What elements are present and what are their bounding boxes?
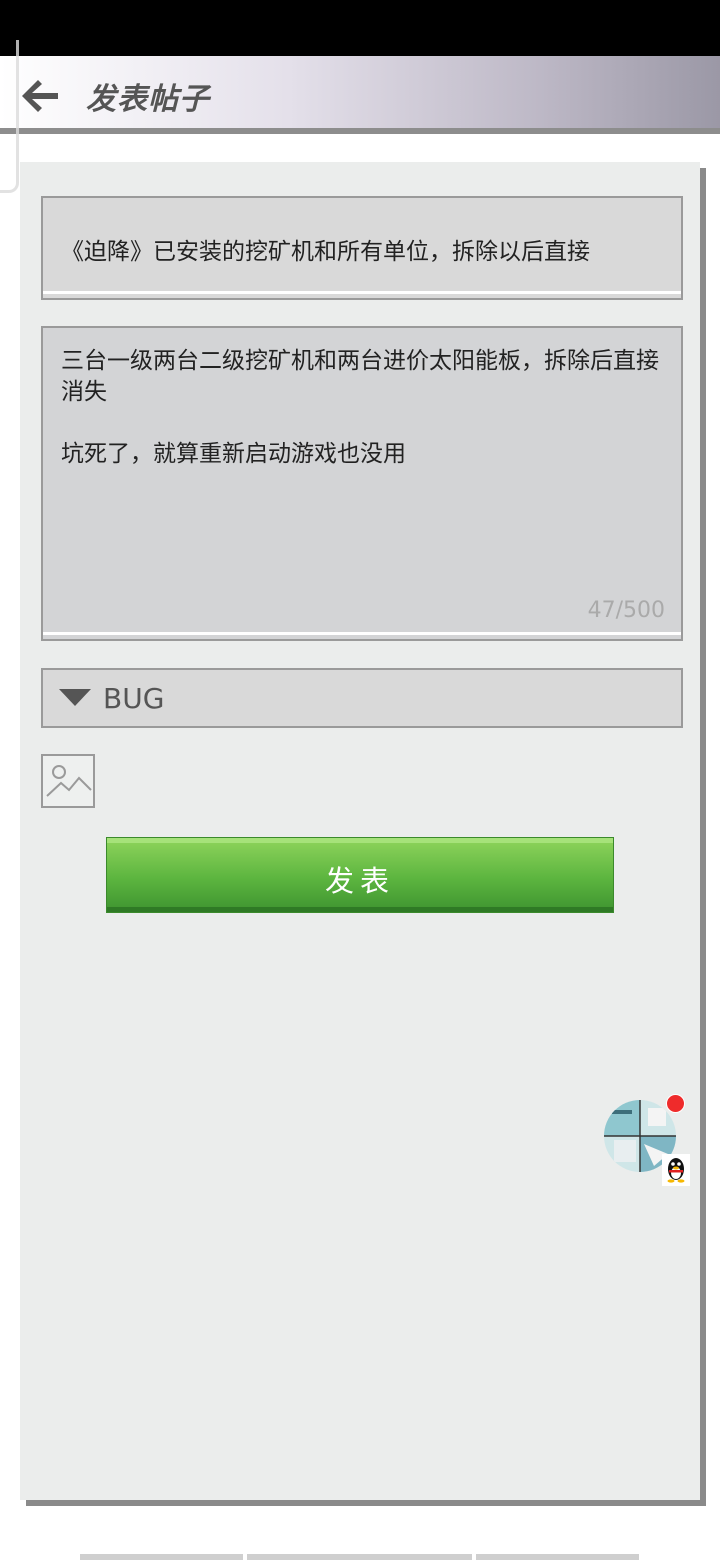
input-underline [43,632,681,635]
publish-button[interactable]: 发表 [106,837,614,913]
title-input-value: 《迫降》已安装的挖矿机和所有单位，拆除以后直接 [61,239,590,265]
image-icon [46,765,92,797]
qq-penguin-icon [662,1154,690,1186]
post-form-panel: 《迫降》已安装的挖矿机和所有单位，拆除以后直接 三台一级两台二级挖矿机和两台进价… [20,162,700,1500]
bottom-tab-stub[interactable] [80,1554,243,1560]
content-textarea-value: 三台一级两台二级挖矿机和两台进价太阳能板，拆除后直接消失 坑死了，就算重新启动游… [61,348,659,467]
content-textarea[interactable]: 三台一级两台二级挖矿机和两台进价太阳能板，拆除后直接消失 坑死了，就算重新启动游… [41,326,683,641]
char-counter: 47/500 [587,598,665,623]
status-bar [0,0,720,56]
category-dropdown[interactable]: BUG [41,668,683,728]
notification-dot [666,1094,685,1113]
back-button[interactable] [18,76,62,116]
publish-button-label: 发表 [324,864,395,898]
app-header: 发表帖子 [0,56,720,134]
triangle-down-icon [59,689,91,706]
title-input[interactable]: 《迫降》已安装的挖矿机和所有单位，拆除以后直接 [41,196,683,300]
page-title: 发表帖子 [86,82,210,117]
input-underline [43,291,681,294]
arrow-left-icon [22,80,58,112]
bottom-tab-stub[interactable] [476,1554,639,1560]
bottom-tab-bar [0,1548,720,1560]
category-selected-value: BUG [103,682,165,715]
add-image-button[interactable] [41,754,95,808]
decorative-bracket [0,40,19,193]
bottom-tab-stub[interactable] [247,1554,472,1560]
